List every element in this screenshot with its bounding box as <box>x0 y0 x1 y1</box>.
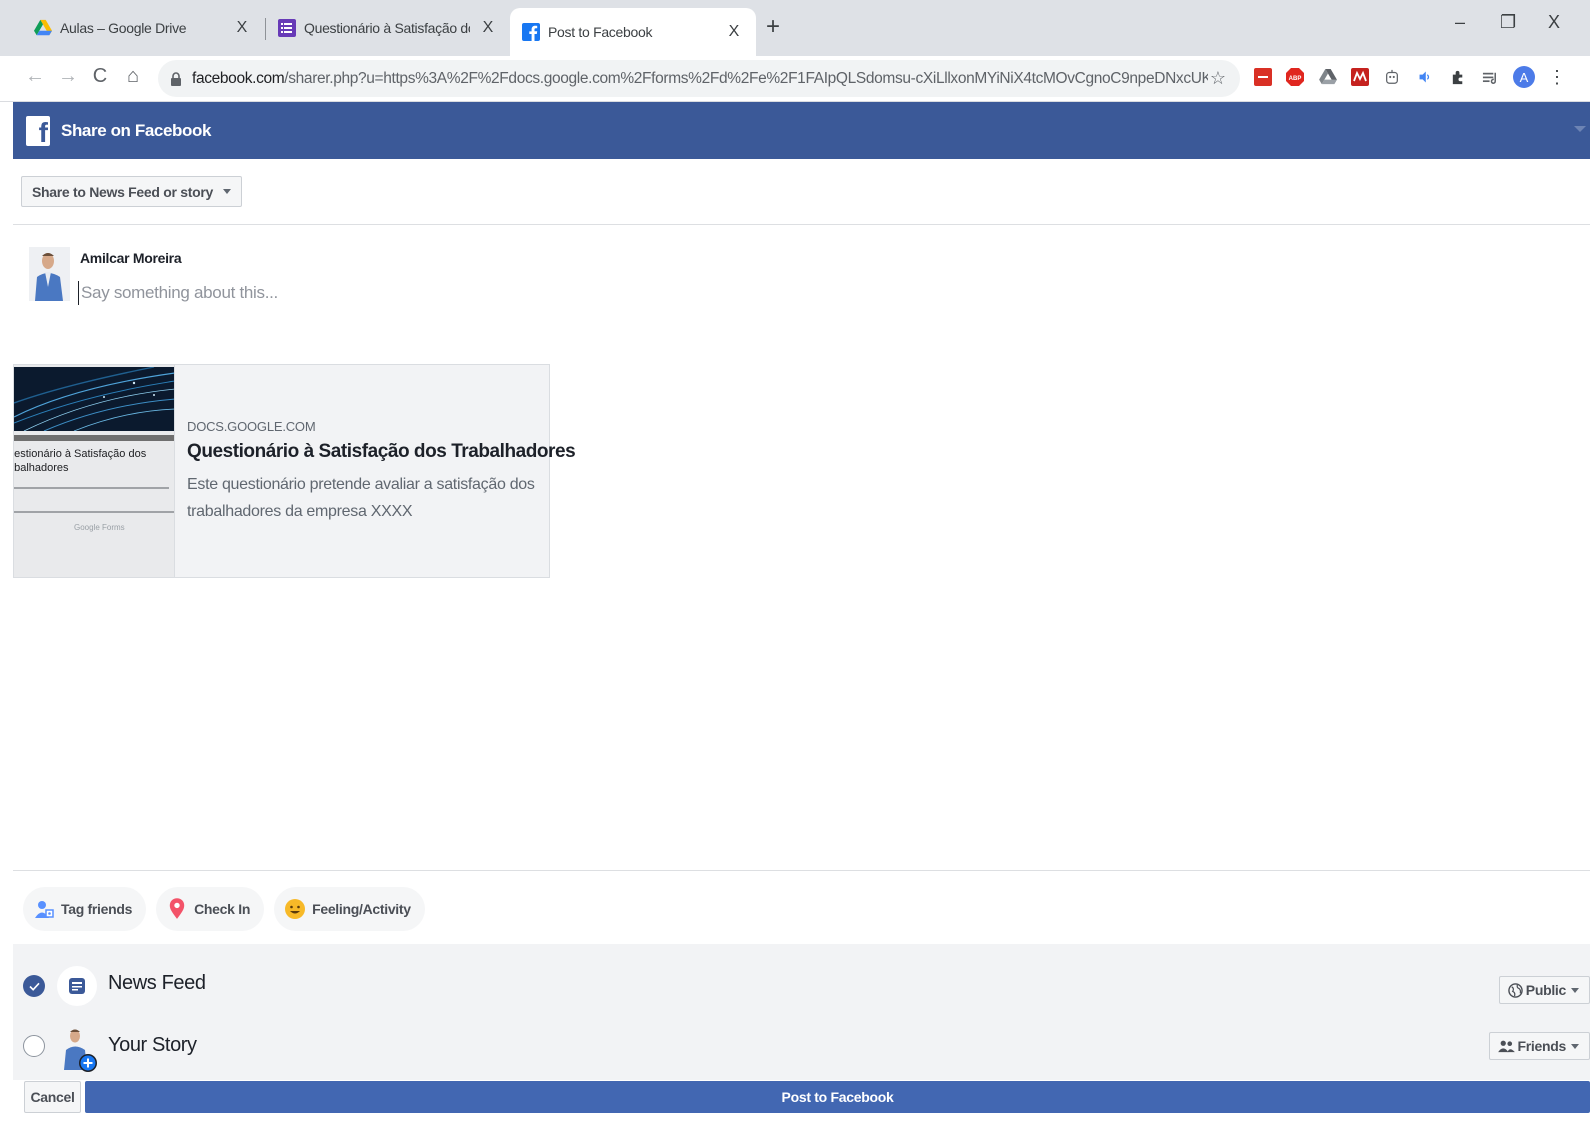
news-feed-privacy-label: Public <box>1525 982 1567 998</box>
more-menu-icon[interactable]: ⋮ <box>1547 67 1567 87</box>
link-preview-card[interactable]: uestionário à Satisfação dos abalhadores… <box>13 364 576 578</box>
google-drive-icon <box>34 19 52 36</box>
tag-friends-label: Tag friends <box>61 901 133 917</box>
tab-title: Questionário à Satisfação dos Tra <box>304 20 470 36</box>
news-feed-row[interactable]: News Feed Public <box>13 954 1590 1014</box>
link-title: Questionário à Satisfação dos Trabalhado… <box>187 441 576 462</box>
share-destination-label: Share to News Feed or story <box>32 183 213 200</box>
reading-list-icon[interactable] <box>1480 67 1500 87</box>
your-story-label: Your Story <box>108 1034 197 1056</box>
url-text: facebook.com/sharer.php?u=https%3A%2F%2F… <box>192 70 1208 88</box>
browser-toolbar: ← → C ⌂ facebook.com/sharer.php?u=https%… <box>0 56 1590 102</box>
post-actions: Tag friends Check In Feeling/Activity <box>13 886 425 932</box>
speaker-icon[interactable] <box>1415 67 1435 87</box>
close-tab-icon[interactable]: X <box>232 19 252 37</box>
thumbnail-divider <box>14 435 174 441</box>
your-story-privacy-selector[interactable]: Friends <box>1488 1032 1590 1060</box>
google-forms-icon <box>278 19 296 37</box>
share-destination-dropdown[interactable]: Share to News Feed or story <box>21 176 242 207</box>
back-icon[interactable]: ← <box>22 65 48 88</box>
tag-friends-icon <box>33 897 55 921</box>
tag-friends-button[interactable]: Tag friends <box>23 887 147 931</box>
google-forms-wordmark-icon: Google Forms <box>74 523 125 532</box>
cancel-button[interactable]: Cancel <box>24 1081 81 1113</box>
dialog-title: Share on Facebook <box>61 120 212 140</box>
tab-google-drive[interactable]: Aulas – Google Drive X <box>22 8 264 48</box>
chevron-down-icon <box>222 189 231 194</box>
address-bar[interactable]: facebook.com/sharer.php?u=https%3A%2F%2F… <box>158 60 1240 97</box>
news-feed-icon <box>57 966 97 1006</box>
user-avatar <box>29 247 70 301</box>
post-to-facebook-button[interactable]: Post to Facebook <box>85 1081 1590 1113</box>
your-story-checkbox[interactable] <box>23 1035 45 1057</box>
browser-tab-strip: Aulas – Google Drive X Questionário à Sa… <box>0 0 1590 56</box>
audience-panel: News Feed Public Your Story Friends <box>13 944 1590 1080</box>
drive-extension-icon[interactable] <box>1318 67 1338 87</box>
adblock-icon[interactable]: ABP <box>1285 67 1305 87</box>
user-photo-icon <box>29 247 70 301</box>
thumbnail-text-line <box>14 487 169 489</box>
friends-icon <box>1497 1040 1515 1053</box>
user-photo-icon <box>64 1029 97 1072</box>
news-feed-label: News Feed <box>108 972 206 994</box>
tab-title: Post to Facebook <box>548 24 653 40</box>
minimize-button[interactable]: – <box>1455 12 1465 33</box>
extension-mm-icon[interactable] <box>1350 67 1370 87</box>
post-composer-input[interactable] <box>78 281 678 305</box>
url-path: /sharer.php?u=https%3A%2F%2Fdocs.google.… <box>284 69 1208 87</box>
link-preview-thumbnail: uestionário à Satisfação dos abalhadores… <box>14 365 175 577</box>
close-tab-icon[interactable]: X <box>724 23 744 41</box>
bookmark-star-icon[interactable]: ☆ <box>1208 68 1228 89</box>
link-description: Este questionário pretende avaliar a sat… <box>187 476 535 520</box>
your-story-row[interactable]: Your Story Friends <box>13 1018 1590 1078</box>
forward-icon[interactable]: → <box>55 65 81 88</box>
divider <box>13 870 1590 871</box>
restore-button[interactable]: ❐ <box>1500 12 1516 33</box>
close-tab-icon[interactable]: X <box>478 19 498 37</box>
divider <box>13 224 1590 225</box>
user-name: Amilcar Moreira <box>80 250 182 266</box>
profile-avatar[interactable]: A <box>1513 66 1535 88</box>
facebook-logo-icon: f <box>26 115 50 147</box>
checkmark-icon <box>28 982 40 991</box>
extensions-puzzle-icon[interactable] <box>1448 67 1468 87</box>
check-in-button[interactable]: Check In <box>156 887 265 931</box>
story-avatar <box>61 1026 97 1074</box>
thumbnail-form-title: uestionário à Satisfação dos abalhadores <box>14 448 147 474</box>
facebook-icon <box>522 23 540 41</box>
lock-icon <box>171 71 181 86</box>
link-domain: DOCS.GOOGLE.COM <box>187 419 316 434</box>
thumbnail-text-line <box>14 511 174 513</box>
feeling-activity-label: Feeling/Activity <box>312 901 411 917</box>
extension-robot-icon[interactable] <box>1382 67 1402 87</box>
svg-text:ABP: ABP <box>1289 76 1302 82</box>
news-feed-privacy-selector[interactable]: Public <box>1498 976 1590 1004</box>
globe-icon <box>1508 982 1523 998</box>
header-menu-caret-icon[interactable] <box>1574 126 1586 132</box>
tab-title: Aulas – Google Drive <box>60 20 187 36</box>
your-story-privacy-label: Friends <box>1517 1038 1567 1054</box>
tab-questionario[interactable]: Questionário à Satisfação dos Tra X <box>266 8 510 48</box>
home-icon[interactable]: ⌂ <box>120 65 146 88</box>
extension-red-icon[interactable] <box>1253 67 1273 87</box>
feeling-activity-button[interactable]: Feeling/Activity <box>274 887 425 931</box>
url-host: facebook.com <box>192 69 285 87</box>
smiley-icon <box>284 897 306 921</box>
check-in-label: Check In <box>194 901 251 917</box>
tech-banner-image <box>14 367 174 431</box>
share-dialog-header: f Share on Facebook <box>13 102 1590 159</box>
reload-icon[interactable]: C <box>87 65 113 88</box>
chevron-down-icon <box>1571 987 1579 993</box>
tab-post-to-facebook[interactable]: Post to Facebook X <box>510 8 756 56</box>
chevron-down-icon <box>1571 1043 1579 1049</box>
close-window-button[interactable]: X <box>1548 12 1560 33</box>
location-pin-icon <box>166 897 188 921</box>
new-tab-button[interactable]: + <box>766 14 780 40</box>
news-feed-checkbox[interactable] <box>23 975 45 997</box>
